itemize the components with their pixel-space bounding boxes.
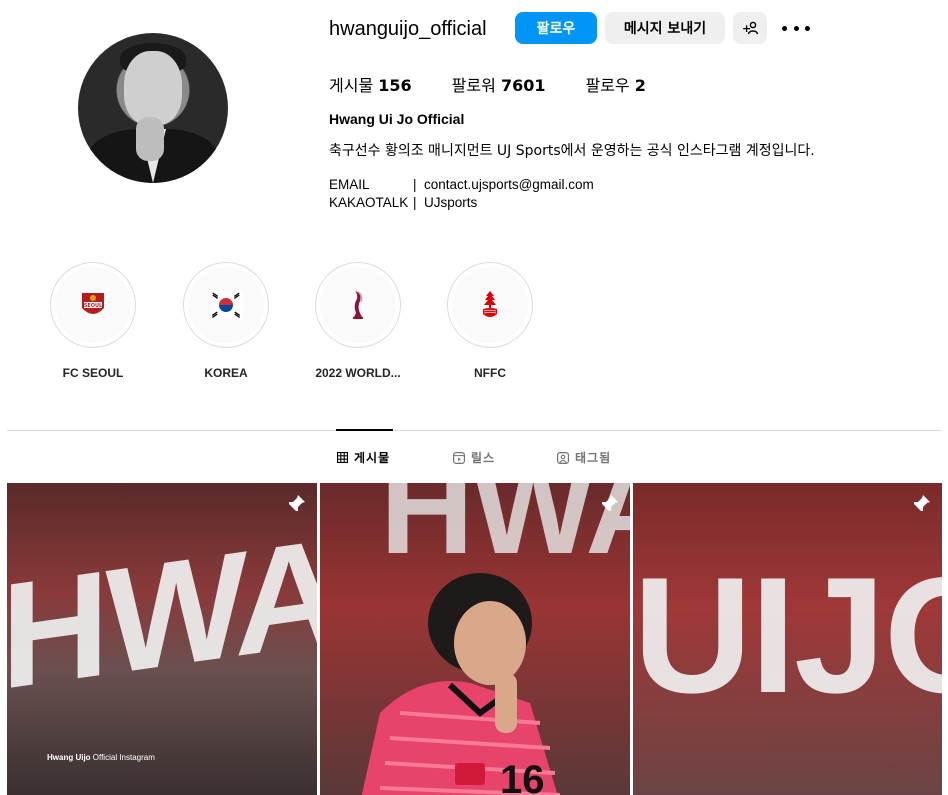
profile-avatar[interactable] [78, 33, 228, 183]
svg-text:+: + [742, 22, 751, 35]
world-cup-trophy-icon [353, 291, 363, 319]
highlight-korea[interactable]: KOREA [183, 262, 269, 380]
bio-kakao-line: KAKAOTALK | UJsports [329, 195, 478, 210]
post-thumbnail-2[interactable]: HWANG 16 [320, 483, 630, 795]
followers-count[interactable]: 팔로워 7601 [452, 72, 546, 96]
tab-posts[interactable]: 게시물 [337, 449, 390, 466]
highlight-nffc[interactable]: NFFC [447, 262, 533, 380]
profile-stats: 게시물 156 팔로워 7601 팔로우 2 [329, 72, 686, 96]
tab-reels[interactable]: 릴스 [453, 449, 495, 466]
follow-button[interactable]: 팔로우 [515, 12, 597, 44]
reels-icon [453, 451, 465, 464]
pinned-icon [601, 495, 618, 512]
pinned-icon [913, 495, 930, 512]
highlight-2022-world-cup[interactable]: 2022 WORLD... [315, 262, 401, 380]
svg-text:SEOUL: SEOUL [84, 303, 103, 309]
korea-flag-icon [209, 291, 243, 319]
pinned-icon [288, 495, 305, 512]
highlight-fc-seoul[interactable]: SEOUL FC SEOUL [50, 262, 136, 380]
posts-count[interactable]: 게시물 156 [329, 72, 412, 96]
tabs-divider [7, 430, 942, 431]
grid-icon [337, 452, 348, 463]
more-options-icon[interactable] [782, 18, 810, 38]
tagged-icon [557, 451, 569, 464]
nffc-crest-icon [483, 291, 497, 317]
message-button[interactable]: 메시지 보내기 [605, 12, 725, 44]
post-thumbnail-1[interactable]: HWANG Hwang Uijo Official Instagram [7, 483, 317, 795]
bio-description: 축구선수 황의조 매니지먼트 UJ Sports에서 운영하는 공식 인스타그램… [329, 143, 815, 159]
post-caption-watermark: Hwang Uijo Official Instagram [47, 753, 155, 762]
active-tab-indicator [336, 429, 393, 431]
player-photo: 16 [361, 573, 561, 795]
bio-full-name: Hwang Ui Jo Official [329, 111, 465, 127]
svg-text:16: 16 [500, 758, 545, 795]
following-count[interactable]: 팔로우 2 [585, 72, 645, 96]
tab-tagged[interactable]: 태그됨 [557, 449, 611, 466]
suggest-people-button[interactable]: + [733, 12, 767, 44]
profile-username: hwanguijo_official [329, 18, 487, 40]
add-person-icon: + [742, 21, 758, 35]
bio-email-line: EMAIL | contact.ujsports@gmail.com [329, 177, 594, 192]
fc-seoul-crest-icon: SEOUL [82, 293, 104, 314]
email-link[interactable]: contact.ujsports@gmail.com [424, 177, 594, 192]
post-thumbnail-3[interactable]: UIJO [633, 483, 942, 795]
